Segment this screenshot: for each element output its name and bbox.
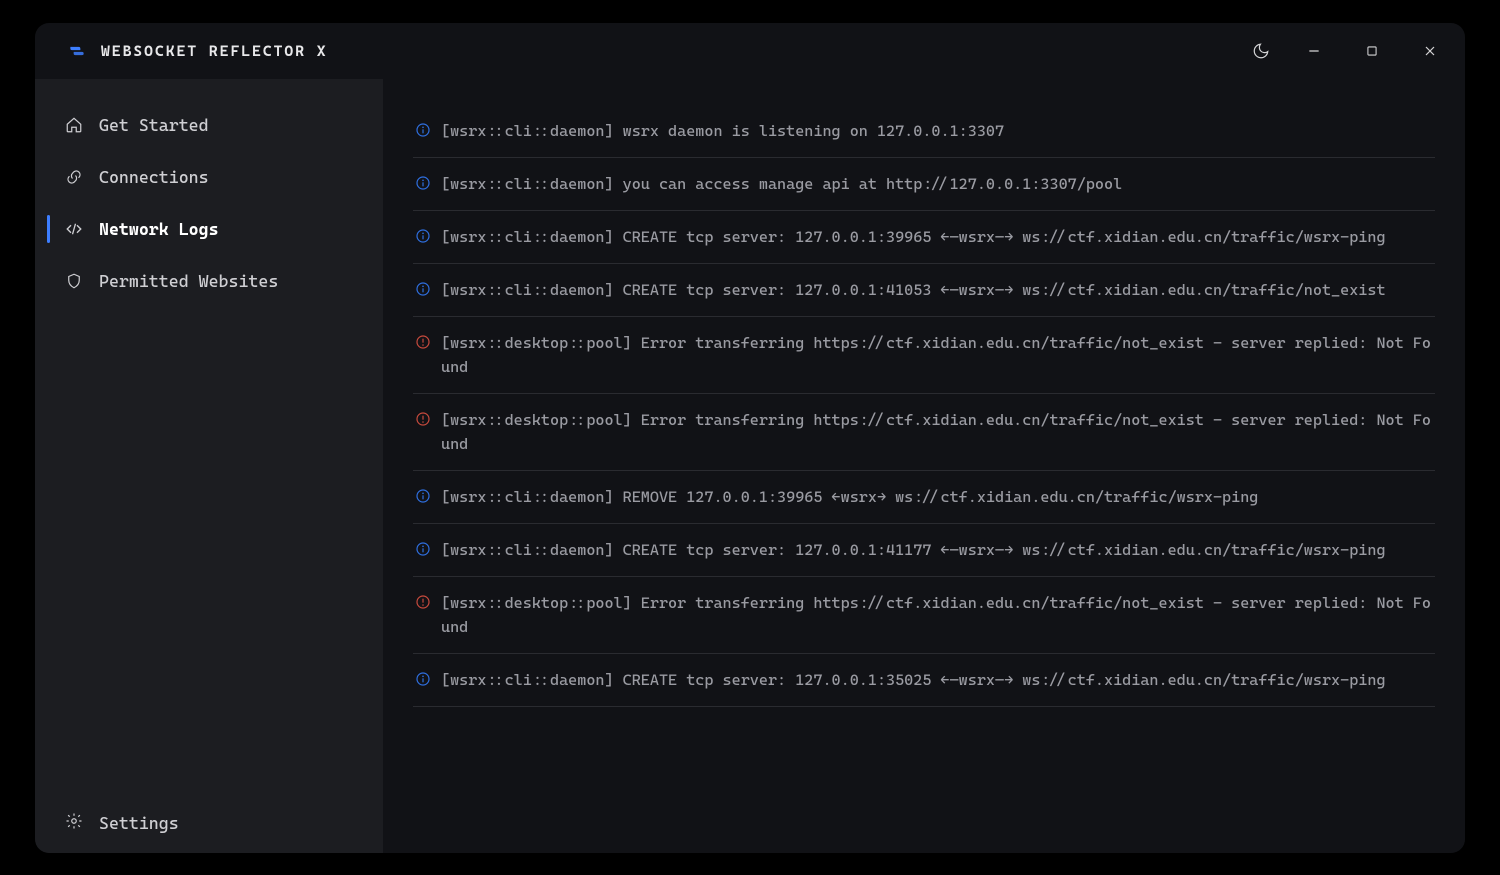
window-controls	[1241, 33, 1455, 69]
log-line: [wsrx::cli::daemon] CREATE tcp server: 1…	[413, 264, 1435, 317]
log-panel: [wsrx::cli::daemon] wsrx daemon is liste…	[383, 79, 1465, 853]
shield-icon	[65, 272, 83, 290]
log-text: [wsrx::cli::daemon] CREATE tcp server: 1…	[441, 538, 1435, 562]
log-text: [wsrx::desktop::pool] Error transferring…	[441, 408, 1435, 456]
sidebar-settings[interactable]: Settings	[35, 793, 383, 853]
minimize-icon	[1306, 43, 1322, 59]
sidebar-item-permitted-websites[interactable]: Permitted Websites	[35, 255, 383, 307]
body: Get Started Connections Network Logs Per…	[35, 79, 1465, 853]
sidebar-item-get-started[interactable]: Get Started	[35, 99, 383, 151]
log-text: [wsrx::desktop::pool] Error transferring…	[441, 591, 1435, 639]
moon-icon	[1252, 42, 1270, 60]
app-logo-icon	[67, 41, 87, 61]
log-line: [wsrx::cli::daemon] wsrx daemon is liste…	[413, 105, 1435, 158]
log-line: [wsrx::desktop::pool] Error transferring…	[413, 577, 1435, 654]
sidebar-item-connections[interactable]: Connections	[35, 151, 383, 203]
info-icon	[415, 122, 431, 138]
titlebar: WEBSOCKET REFLECTOR X	[35, 23, 1465, 79]
maximize-button[interactable]	[1347, 33, 1397, 69]
log-line: [wsrx::cli::daemon] CREATE tcp server: 1…	[413, 211, 1435, 264]
error-icon	[415, 594, 431, 610]
log-line: [wsrx::cli::daemon] REMOVE 127.0.0.1:399…	[413, 471, 1435, 524]
info-icon	[415, 488, 431, 504]
log-line: [wsrx::cli::daemon] CREATE tcp server: 1…	[413, 654, 1435, 707]
log-text: [wsrx::cli::daemon] CREATE tcp server: 1…	[441, 278, 1435, 302]
error-icon	[415, 411, 431, 427]
info-icon	[415, 175, 431, 191]
log-line: [wsrx::cli::daemon] CREATE tcp server: 1…	[413, 524, 1435, 577]
log-text: [wsrx::cli::daemon] CREATE tcp server: 1…	[441, 225, 1435, 249]
sidebar-item-label: Connections	[99, 167, 209, 187]
log-text: [wsrx::desktop::pool] Error transferring…	[441, 331, 1435, 379]
sidebar: Get Started Connections Network Logs Per…	[35, 79, 383, 853]
log-text: [wsrx::cli::daemon] REMOVE 127.0.0.1:399…	[441, 485, 1435, 509]
error-icon	[415, 334, 431, 350]
log-text: [wsrx::cli::daemon] you can access manag…	[441, 172, 1435, 196]
close-button[interactable]	[1405, 33, 1455, 69]
app-title: WEBSOCKET REFLECTOR X	[101, 42, 328, 60]
sidebar-item-label: Get Started	[99, 115, 209, 135]
link-icon	[65, 168, 83, 186]
settings-label: Settings	[99, 813, 179, 833]
minimize-button[interactable]	[1289, 33, 1339, 69]
sidebar-item-label: Network Logs	[99, 219, 219, 239]
log-text: [wsrx::cli::daemon] CREATE tcp server: 1…	[441, 668, 1435, 692]
log-text: [wsrx::cli::daemon] wsrx daemon is liste…	[441, 119, 1435, 143]
log-line: [wsrx::desktop::pool] Error transferring…	[413, 317, 1435, 394]
app-window: WEBSOCKET REFLECTOR X Get Started	[35, 23, 1465, 853]
home-icon	[65, 116, 83, 134]
theme-toggle-button[interactable]	[1241, 33, 1281, 69]
info-icon	[415, 281, 431, 297]
sidebar-item-label: Permitted Websites	[99, 271, 278, 291]
brand: WEBSOCKET REFLECTOR X	[45, 41, 328, 61]
sidebar-item-network-logs[interactable]: Network Logs	[35, 203, 383, 255]
code-icon	[65, 220, 83, 238]
gear-icon	[65, 812, 83, 834]
log-line: [wsrx::cli::daemon] you can access manag…	[413, 158, 1435, 211]
info-icon	[415, 228, 431, 244]
info-icon	[415, 671, 431, 687]
maximize-icon	[1365, 44, 1379, 58]
close-icon	[1422, 43, 1438, 59]
info-icon	[415, 541, 431, 557]
log-line: [wsrx::desktop::pool] Error transferring…	[413, 394, 1435, 471]
